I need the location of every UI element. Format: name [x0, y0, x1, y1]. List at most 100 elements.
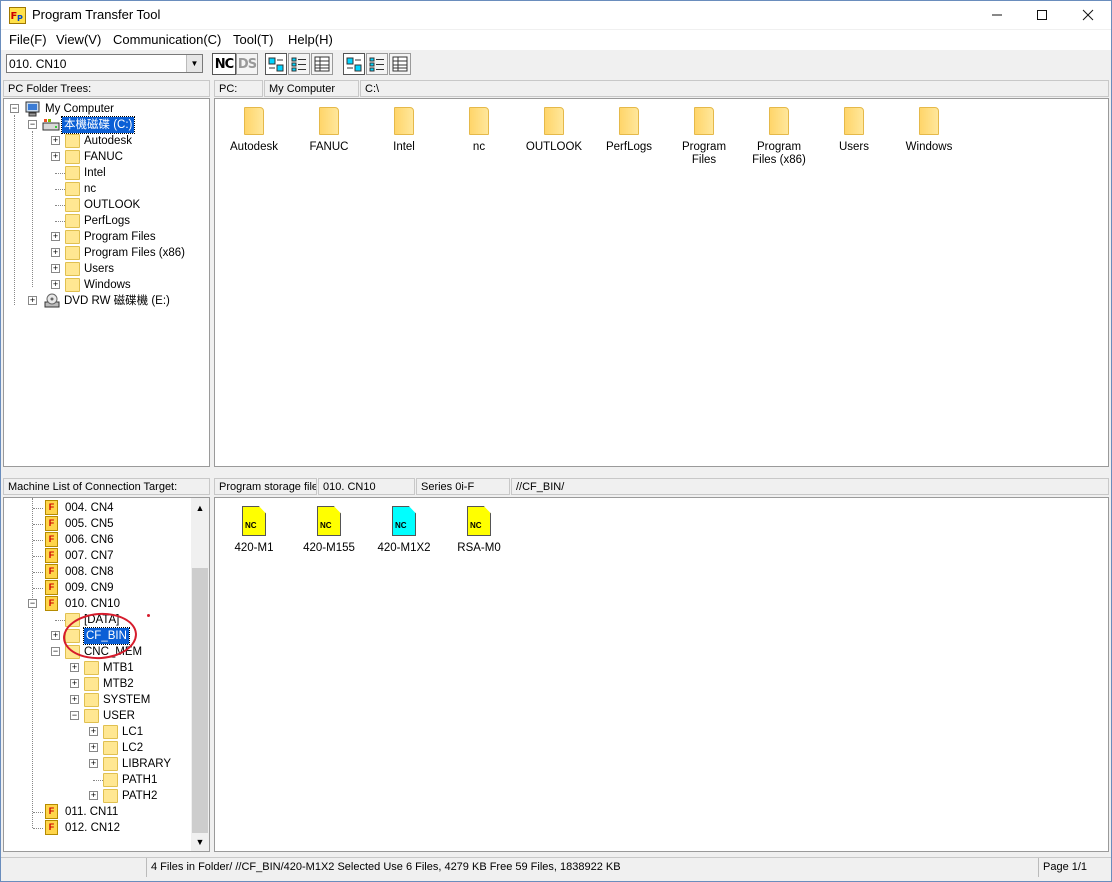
pc-folder-item[interactable]: Autodesk: [219, 107, 289, 154]
pc-list-view-button[interactable]: [288, 53, 310, 75]
folder-icon: [844, 107, 864, 135]
scroll-thumb[interactable]: [192, 568, 208, 833]
expand-icon[interactable]: +: [51, 232, 60, 241]
menu-view[interactable]: View(V): [56, 32, 101, 47]
tree-guide-line: [33, 572, 43, 573]
menu-help[interactable]: Help(H): [288, 32, 333, 47]
tree-folder-label: Program Files (x86): [84, 247, 185, 259]
scroll-down-icon[interactable]: ▼: [191, 834, 209, 850]
maximize-icon: [1037, 10, 1047, 20]
machine-detail-view-button[interactable]: [389, 53, 411, 75]
maximize-button[interactable]: [1019, 1, 1065, 29]
expand-icon[interactable]: +: [51, 248, 60, 257]
folder-icon: [469, 107, 489, 135]
menu-communication[interactable]: Communication(C): [113, 32, 221, 47]
pc-folder-item[interactable]: Users: [819, 107, 889, 154]
pc-folder-item[interactable]: Intel: [369, 107, 439, 154]
window-title: Program Transfer Tool: [32, 7, 161, 22]
tree-folder-label: PATH1: [122, 774, 158, 786]
pc-folder-item[interactable]: PerfLogs: [594, 107, 664, 154]
machine-icon: F: [45, 516, 58, 531]
nc-mode-label: NC: [214, 56, 234, 72]
pc-folder-item[interactable]: Program Files: [669, 107, 739, 167]
expand-icon[interactable]: +: [51, 631, 60, 640]
collapse-icon[interactable]: −: [28, 599, 37, 608]
folder-icon: [65, 214, 80, 228]
pc-folder-label: Users: [838, 141, 870, 153]
machine-tree[interactable]: F 004. CN4 F 005. CN5 F 006. CN6 F 007. CN7 F 008…: [3, 497, 210, 852]
nc-file-label: 420-M155: [303, 542, 355, 554]
pc-file-view[interactable]: Autodesk FANUC Intel nc OUTLOOK PerfLogs Progr…: [214, 98, 1109, 467]
folder-icon: [65, 166, 80, 180]
machine-tree-header: Machine List of Connection Target:: [3, 478, 210, 495]
minimize-button[interactable]: [974, 1, 1020, 29]
nc-mode-button[interactable]: NC: [212, 53, 236, 75]
tree-guide-line: [33, 508, 43, 509]
expand-icon[interactable]: +: [89, 759, 98, 768]
expand-icon[interactable]: +: [89, 743, 98, 752]
app-window: F P Program Transfer Tool File(F) View(V…: [0, 0, 1112, 882]
pc-folder-item[interactable]: Windows: [894, 107, 964, 154]
pc-path-label: PC:: [214, 80, 263, 97]
expand-icon[interactable]: +: [28, 296, 37, 305]
folder-icon: [84, 693, 99, 707]
storage-series: Series 0i-F: [416, 478, 510, 495]
folder-icon: [103, 757, 118, 771]
detail-view-icon: [392, 56, 408, 72]
machine-icon: F: [45, 820, 58, 835]
folder-icon: [394, 107, 414, 135]
scroll-up-icon[interactable]: ▲: [191, 500, 209, 516]
list-view-icon: [369, 57, 384, 72]
pc-large-icon-view-button[interactable]: [265, 53, 287, 75]
status-left: [1, 858, 146, 877]
pc-folder-tree[interactable]: − My Computer − 本機磁碟 (C:) + Autodesk + FANU…: [3, 98, 210, 467]
tree-folder-label: SYSTEM: [103, 694, 151, 706]
nc-program-file[interactable]: NC RSA-M0: [444, 506, 514, 555]
menu-tool[interactable]: Tool(T): [233, 32, 273, 47]
tree-drive-c-label: 本機磁碟 (C:): [60, 116, 136, 134]
machine-label: 005. CN5: [65, 518, 114, 530]
pc-folder-label: Windows: [905, 141, 953, 153]
expand-icon[interactable]: +: [51, 280, 60, 289]
machine-select[interactable]: 010. CN10 ▼: [6, 54, 203, 73]
tree-guide-line: [33, 540, 43, 541]
expand-icon[interactable]: +: [51, 264, 60, 273]
tree-folder-label: Intel: [84, 167, 106, 179]
collapse-icon[interactable]: −: [51, 647, 60, 656]
machine-tree-scrollbar[interactable]: ▲ ▼: [191, 498, 209, 851]
expand-icon[interactable]: +: [89, 791, 98, 800]
pc-folder-item[interactable]: nc: [444, 107, 514, 154]
expand-icon[interactable]: +: [70, 663, 79, 672]
pc-folder-item[interactable]: OUTLOOK: [519, 107, 589, 154]
machine-list-view-button[interactable]: [366, 53, 388, 75]
nc-file-label: 420-M1: [234, 542, 274, 554]
menu-file[interactable]: File(F): [9, 32, 47, 47]
expand-icon[interactable]: +: [51, 152, 60, 161]
expand-icon[interactable]: +: [70, 695, 79, 704]
pc-folder-item[interactable]: Program Files (x86): [744, 107, 814, 167]
nc-program-file[interactable]: NC 420-M1X2: [369, 506, 439, 555]
folder-icon: [65, 198, 80, 212]
collapse-icon[interactable]: −: [28, 120, 37, 129]
machine-icon: F: [45, 548, 58, 563]
pc-folder-item[interactable]: FANUC: [294, 107, 364, 154]
close-button[interactable]: [1065, 1, 1111, 29]
machine-large-icon-view-button[interactable]: [343, 53, 365, 75]
ds-mode-button[interactable]: DS: [236, 53, 258, 75]
status-bar: 4 Files in Folder/ //CF_BIN/420-M1X2 Sel…: [1, 857, 1111, 877]
nc-program-file[interactable]: NC 420-M1: [219, 506, 289, 555]
tree-folder-label: MTB2: [103, 678, 134, 690]
expand-icon[interactable]: +: [89, 727, 98, 736]
tree-folder-label: LC1: [122, 726, 144, 738]
machine-label: 012. CN12: [65, 822, 120, 834]
collapse-icon[interactable]: −: [70, 711, 79, 720]
collapse-icon[interactable]: −: [10, 104, 19, 113]
expand-icon[interactable]: +: [51, 136, 60, 145]
chevron-down-icon[interactable]: ▼: [186, 55, 202, 72]
pc-detail-view-button[interactable]: [311, 53, 333, 75]
expand-icon[interactable]: +: [70, 679, 79, 688]
nc-program-file[interactable]: NC 420-M155: [294, 506, 364, 555]
tree-my-computer-label: My Computer: [45, 103, 115, 115]
machine-file-view[interactable]: NC 420-M1 NC 420-M155 NC 420-M1X2 NC RSA-M0: [214, 497, 1109, 852]
nc-file-icon: NC: [467, 506, 491, 536]
